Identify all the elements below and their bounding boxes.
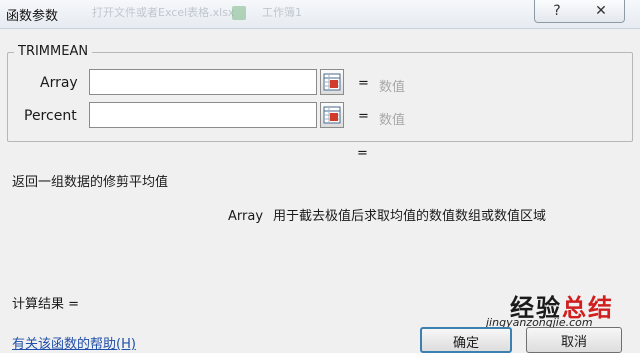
function-arguments-group — [7, 52, 633, 142]
range-select-icon — [323, 106, 341, 124]
close-icon: ✕ — [595, 3, 607, 19]
excel-taskbar-icon — [232, 6, 246, 20]
array-input[interactable] — [89, 69, 317, 95]
range-select-icon — [323, 73, 341, 91]
percent-equals: = — [358, 109, 369, 124]
help-button[interactable]: ? — [534, 0, 580, 23]
percent-range-select-button[interactable] — [320, 102, 344, 128]
function-help-link[interactable]: 有关该函数的帮助(H) — [12, 333, 136, 352]
array-label: Array — [40, 75, 78, 91]
ok-button[interactable]: 确定 — [420, 327, 512, 353]
function-description: 返回一组数据的修剪平均值 — [12, 175, 169, 190]
percent-type-hint: 数值 — [379, 113, 406, 128]
array-equals: = — [358, 76, 369, 91]
argument-description-name: Array — [228, 209, 264, 224]
percent-input[interactable] — [89, 102, 317, 128]
function-name: TRIMMEAN — [14, 44, 93, 59]
percent-label: Percent — [24, 108, 77, 124]
close-button[interactable]: ✕ — [578, 0, 625, 23]
title-bar: 函数参数 打开文件或者Excel表格.xlsx 工作簿1 ? ✕ — [0, 0, 640, 29]
function-result-equals: = — [357, 146, 368, 161]
cancel-button[interactable]: 取消 — [526, 327, 622, 353]
cancel-button-label: 取消 — [560, 335, 587, 350]
calculation-result: 计算结果 = — [12, 297, 80, 312]
dialog-title: 函数参数 — [6, 9, 59, 24]
argument-description: Array 用于截去极值后求取均值的数值数组或数值区域 — [228, 205, 546, 224]
array-type-hint: 数值 — [379, 80, 406, 95]
array-range-select-button[interactable] — [320, 69, 344, 95]
help-icon: ? — [553, 3, 561, 19]
background-window-text: 打开文件或者Excel表格.xlsx — [92, 6, 235, 19]
argument-description-text: 用于截去极值后求取均值的数值数组或数值区域 — [273, 209, 547, 224]
background-window-text-2: 工作簿1 — [262, 6, 302, 19]
